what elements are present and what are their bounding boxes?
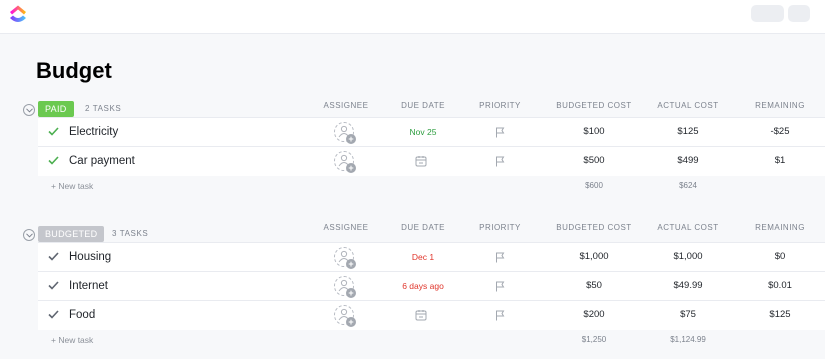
task-name[interactable]: Food xyxy=(69,309,95,321)
topbar-button[interactable] xyxy=(788,5,810,22)
check-icon[interactable] xyxy=(48,252,59,261)
plus-icon: + xyxy=(346,317,356,327)
remaining-cell: $0 xyxy=(774,251,786,262)
actual-cost-cell[interactable]: $125 xyxy=(643,126,733,137)
actual-cost-cell[interactable]: $49.99 xyxy=(643,280,733,291)
total-actual: $1,124.99 xyxy=(670,335,706,344)
column-header-budgeted-cost[interactable]: BUDGETED COST xyxy=(544,101,644,110)
column-header-due-date[interactable]: DUE DATE xyxy=(383,101,463,110)
flag-icon[interactable] xyxy=(495,252,505,263)
remaining-cell: $1 xyxy=(774,155,786,166)
column-header-due-date[interactable]: DUE DATE xyxy=(383,223,463,232)
plus-icon: + xyxy=(346,259,356,269)
task-name[interactable]: Internet xyxy=(69,280,108,292)
add-assignee-icon[interactable]: + xyxy=(334,305,356,327)
collapse-icon[interactable] xyxy=(23,104,35,116)
flag-icon[interactable] xyxy=(495,310,505,321)
task-count: 2 TASKS xyxy=(85,104,122,113)
plus-icon: + xyxy=(346,134,356,144)
table-row[interactable]: Electricity + Nov 25 $100 $125 -$25 xyxy=(38,117,825,146)
column-header-priority[interactable]: PRIORITY xyxy=(460,223,540,232)
column-header-assignee[interactable]: ASSIGNEE xyxy=(306,223,386,232)
budgeted-cost-cell[interactable]: $1,000 xyxy=(549,251,639,262)
budgeted-cost-cell[interactable]: $100 xyxy=(549,126,639,137)
table-row[interactable]: Car payment + $500 $499 $1 xyxy=(38,146,825,175)
total-budgeted: $1,250 xyxy=(581,335,607,344)
remaining-cell: -$25 xyxy=(770,126,790,137)
add-assignee-icon[interactable]: + xyxy=(334,122,356,144)
task-name[interactable]: Housing xyxy=(69,251,111,263)
page-title: Budget xyxy=(36,58,112,83)
column-header-remaining[interactable]: REMAINING xyxy=(730,223,825,232)
column-header-budgeted-cost[interactable]: BUDGETED COST xyxy=(544,223,644,232)
budgeted-cost-cell[interactable]: $200 xyxy=(549,309,639,320)
add-assignee-icon[interactable]: + xyxy=(334,151,356,173)
add-assignee-icon[interactable]: + xyxy=(334,276,356,298)
collapse-icon[interactable] xyxy=(23,229,35,241)
budgeted-cost-cell[interactable]: $500 xyxy=(549,155,639,166)
total-budgeted: $600 xyxy=(585,181,603,190)
plus-icon: + xyxy=(346,163,356,173)
column-header-assignee[interactable]: ASSIGNEE xyxy=(306,101,386,110)
column-header-priority[interactable]: PRIORITY xyxy=(460,101,540,110)
top-bar xyxy=(0,0,825,34)
task-list: Electricity + Nov 25 $100 $125 -$25 Car … xyxy=(38,117,825,176)
flag-icon[interactable] xyxy=(495,127,505,138)
task-count: 3 TASKS xyxy=(112,229,149,238)
flag-icon[interactable] xyxy=(495,156,505,167)
task-name[interactable]: Electricity xyxy=(69,126,118,138)
column-header-remaining[interactable]: REMAINING xyxy=(730,101,825,110)
topbar-button[interactable] xyxy=(751,5,784,22)
remaining-cell: $125 xyxy=(769,309,791,320)
task-list: Housing + Dec 1 $1,000 $1,000 $0 Interne… xyxy=(38,242,825,330)
flag-icon[interactable] xyxy=(495,281,505,292)
status-badge[interactable]: PAID xyxy=(38,101,74,117)
remaining-cell: $0.01 xyxy=(768,280,792,291)
due-date[interactable]: Nov 25 xyxy=(368,127,478,137)
table-row[interactable]: Internet + 6 days ago $50 $49.99 $0.01 xyxy=(38,271,825,300)
due-date[interactable]: 6 days ago xyxy=(368,281,478,291)
calendar-icon[interactable] xyxy=(415,155,427,167)
status-badge[interactable]: BUDGETED xyxy=(38,226,105,242)
column-header-actual-cost[interactable]: ACTUAL COST xyxy=(638,101,738,110)
check-icon[interactable] xyxy=(48,310,59,319)
check-icon[interactable] xyxy=(48,127,59,136)
group-footer: + New task $1,250 $1,124.99 xyxy=(38,331,825,349)
new-task-button[interactable]: + New task xyxy=(51,335,93,345)
actual-cost-cell[interactable]: $1,000 xyxy=(643,251,733,262)
due-date[interactable]: Dec 1 xyxy=(368,252,478,262)
new-task-button[interactable]: + New task xyxy=(51,181,93,191)
table-row[interactable]: Food + $200 $75 $125 xyxy=(38,300,825,329)
calendar-icon[interactable] xyxy=(415,309,427,321)
clickup-logo[interactable] xyxy=(7,3,29,25)
total-actual: $624 xyxy=(679,181,697,190)
check-icon[interactable] xyxy=(48,156,59,165)
table-row[interactable]: Housing + Dec 1 $1,000 $1,000 $0 xyxy=(38,242,825,271)
group-footer: + New task $600 $624 xyxy=(38,177,825,195)
budgeted-cost-cell[interactable]: $50 xyxy=(549,280,639,291)
actual-cost-cell[interactable]: $75 xyxy=(643,309,733,320)
task-name[interactable]: Car payment xyxy=(69,155,135,167)
actual-cost-cell[interactable]: $499 xyxy=(643,155,733,166)
check-icon[interactable] xyxy=(48,281,59,290)
add-assignee-icon[interactable]: + xyxy=(334,247,356,269)
column-header-actual-cost[interactable]: ACTUAL COST xyxy=(638,223,738,232)
plus-icon: + xyxy=(346,288,356,298)
